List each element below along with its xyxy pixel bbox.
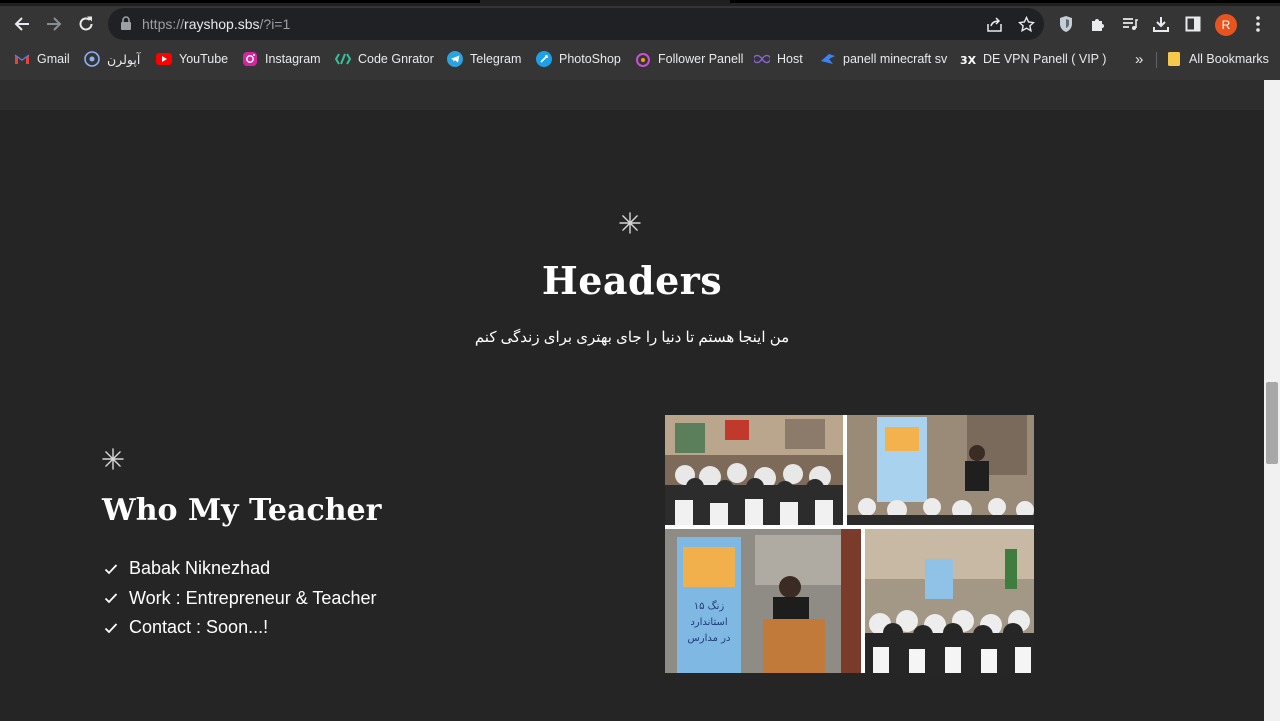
banner-line: زنگ ۱۵: [694, 600, 725, 612]
media-control-button[interactable]: [1119, 13, 1141, 35]
bookmark-label: Code Gnrator: [358, 52, 434, 66]
bookmark-label: Follower Panell: [658, 52, 744, 66]
playlist-icon: [1123, 18, 1138, 30]
forward-button[interactable]: [39, 9, 69, 39]
browser-menu-button[interactable]: [1247, 13, 1269, 35]
3x-vpn-icon: 3X: [960, 51, 976, 67]
teacher-facts-list: Babak Niknezhad Work : Entrepreneur & Te…: [103, 554, 376, 643]
bookmark-label: Telegram: [470, 52, 522, 66]
browser-toolbar: https://rayshop.sbs/?i=1 R: [0, 6, 1280, 42]
photo-speaker-banner: [847, 415, 1034, 525]
asterisk-star-icon: [619, 212, 641, 234]
chevron-double-right-icon: »: [1135, 50, 1144, 68]
folder-icon: [1166, 51, 1182, 67]
bookmark-telegram[interactable]: Telegram: [447, 50, 521, 68]
bookmark-label: DE VPN Panell ( VIP ): [983, 52, 1107, 66]
bookmark-instagram[interactable]: Instagram: [242, 50, 321, 68]
asterisk-star-icon: [102, 448, 124, 470]
share-button[interactable]: [984, 14, 1004, 34]
checkmark-icon: [104, 593, 118, 604]
reload-icon: [79, 16, 93, 31]
address-bar[interactable]: https://rayshop.sbs/?i=1: [108, 8, 1044, 40]
bookmark-vpn-panel[interactable]: 3X DE VPN Panell ( VIP ): [960, 50, 1106, 68]
fact-text: Contact : Soon...!: [129, 617, 269, 638]
star-icon: [1017, 15, 1035, 32]
bookmark-host[interactable]: Host: [754, 50, 803, 68]
banner-line: استاندارد: [690, 617, 727, 628]
side-panel-button[interactable]: [1182, 13, 1204, 35]
photoshop-icon: [536, 51, 552, 67]
puzzle-icon: [1092, 19, 1104, 31]
lock-icon: [121, 16, 131, 30]
extensions-button[interactable]: [1087, 13, 1109, 35]
checkmark-icon: [104, 564, 118, 575]
minecraft-panel-icon: [820, 51, 836, 67]
bookmark-label: YouTube: [179, 52, 229, 66]
bookmark-star-button[interactable]: [1016, 14, 1036, 34]
photo-crowd-courtyard: [665, 415, 843, 525]
bookmark-label: Gmail: [37, 52, 70, 66]
bookmark-label: Host: [777, 52, 803, 66]
browser-chrome: https://rayshop.sbs/?i=1 R Gmail آپولرن …: [0, 0, 1280, 80]
banner-line: در مدارس: [688, 633, 731, 644]
scrollbar-thumb[interactable]: [1266, 382, 1278, 464]
side-panel-icon: [1185, 16, 1201, 32]
apollorn-icon: [84, 51, 100, 67]
bookmark-code-generator[interactable]: Code Gnrator: [335, 50, 434, 68]
photo-students-crowd: [865, 529, 1034, 673]
bookmark-label: PhotoShop: [559, 52, 621, 66]
share-icon: [986, 16, 1002, 32]
teacher-section-title: Who My Teacher: [102, 493, 382, 528]
youtube-icon: [156, 51, 172, 67]
all-bookmarks-folder[interactable]: All Bookmarks: [1166, 50, 1269, 68]
downloads-button[interactable]: [1150, 13, 1172, 35]
shield-icon: [1060, 16, 1072, 32]
bookmark-apollorn[interactable]: آپولرن: [84, 50, 140, 68]
bookmarks-divider: [1156, 52, 1157, 68]
bookmark-gmail[interactable]: Gmail: [14, 50, 70, 68]
photo-podium-speaker: زنگ ۱۵ استاندارد در مدارس: [665, 529, 861, 673]
kebab-menu-icon: [1256, 16, 1260, 32]
url-text: https://rayshop.sbs/?i=1: [142, 16, 291, 32]
code-generator-icon: [335, 51, 351, 67]
back-button[interactable]: [7, 9, 37, 39]
bookmark-youtube[interactable]: YouTube: [156, 50, 228, 68]
profile-avatar[interactable]: R: [1215, 14, 1237, 36]
checkmark-icon: [104, 623, 118, 634]
telegram-icon: [447, 51, 463, 67]
fact-text: Work : Entrepreneur & Teacher: [129, 587, 377, 608]
download-icon: [1153, 17, 1169, 32]
follower-panel-icon: [635, 51, 651, 67]
reload-button[interactable]: [71, 9, 101, 39]
gmail-icon: [14, 51, 30, 67]
all-bookmarks-label: All Bookmarks: [1189, 52, 1269, 66]
list-item: Contact : Soon...!: [103, 613, 376, 643]
bookmark-minecraft-panel[interactable]: panell minecraft sv: [820, 50, 947, 68]
list-item: Babak Niknezhad: [103, 554, 376, 584]
hero-title: Headers: [541, 258, 723, 303]
host-infinity-icon: [754, 51, 770, 67]
bookmark-label: Instagram: [265, 52, 321, 66]
hero-subtitle: من اینجا هستم تا دنیا را جای بهتری برای …: [474, 329, 790, 346]
fact-text: Babak Niknezhad: [129, 558, 271, 579]
school-event-photo-collage: زنگ ۱۵ استاندارد در مدارس: [665, 415, 1034, 673]
bookmark-label: panell minecraft sv: [843, 52, 948, 66]
bookmark-label: آپولرن: [107, 52, 141, 67]
forward-arrow-icon: [47, 17, 62, 31]
list-item: Work : Entrepreneur & Teacher: [103, 584, 376, 614]
page-scrollbar[interactable]: [1264, 80, 1280, 721]
site-header-strip: [0, 80, 1264, 110]
shield-extension-button[interactable]: [1055, 13, 1077, 35]
svg-text:3X: 3X: [960, 54, 976, 65]
bookmark-photoshop[interactable]: PhotoShop: [536, 50, 621, 68]
back-arrow-icon: [14, 17, 29, 31]
bookmark-follower-panel[interactable]: Follower Panell: [635, 50, 743, 68]
instagram-icon: [242, 51, 258, 67]
web-page: Headers من اینجا هستم تا دنیا را جای بهت…: [0, 80, 1264, 721]
bookmarks-bar: Gmail آپولرن YouTube Instagram Code Gnra…: [0, 44, 1280, 74]
more-bookmarks-button[interactable]: »: [1135, 50, 1143, 68]
